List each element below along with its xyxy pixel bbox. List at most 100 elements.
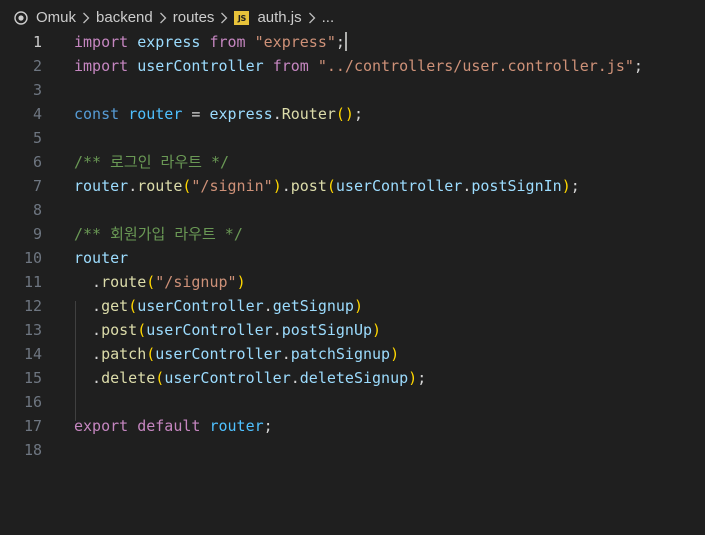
code-token: ; <box>263 417 273 435</box>
code-token: ; <box>335 33 345 51</box>
code-line[interactable]: 4 const router = express.Router(); <box>0 102 705 126</box>
code-token: ) <box>372 321 382 339</box>
code-line[interactable]: 11 .route("/signup") <box>0 270 705 294</box>
code-token: router <box>128 105 183 123</box>
code-token: . <box>128 177 138 195</box>
breadcrumb-item-symbols[interactable]: ... <box>322 9 335 26</box>
code-token: postSignUp <box>281 321 373 339</box>
code-token: ) <box>272 177 282 195</box>
code-token: router <box>209 417 264 435</box>
code-editor[interactable]: 1 import express from "express"; 2 import u… <box>0 30 705 535</box>
breadcrumb-item-backend[interactable]: backend <box>96 9 153 26</box>
line-number: 3 <box>32 81 42 99</box>
breadcrumb-label: backend <box>96 9 153 26</box>
line-number: 1 <box>32 33 42 51</box>
code-text: /** 로그인 라우트 */ <box>74 150 229 174</box>
code-token: ( <box>128 297 138 315</box>
code-line[interactable]: 12 .get(userController.getSignup) <box>0 294 705 318</box>
code-token: route <box>137 177 183 195</box>
line-number: 13 <box>23 321 42 339</box>
code-token: userController <box>155 345 282 363</box>
code-text: router <box>74 246 128 270</box>
code-token: from <box>272 57 309 75</box>
code-token: ( <box>146 273 156 291</box>
code-text: const router = express.Router(); <box>74 102 363 126</box>
code-line[interactable]: 6 /** 로그인 라우트 */ <box>0 150 705 174</box>
code-token: ) <box>561 177 571 195</box>
code-text: import userController from "../controlle… <box>74 54 643 78</box>
code-token: . <box>272 105 282 123</box>
code-token: "/signup" <box>155 273 237 291</box>
javascript-file-icon: JS <box>234 10 250 25</box>
code-token: router <box>74 177 129 195</box>
chevron-right-icon <box>82 12 90 24</box>
code-token: . <box>290 369 300 387</box>
code-line[interactable]: 8 <box>0 198 705 222</box>
code-token: get <box>101 297 129 315</box>
line-number: 8 <box>32 201 42 219</box>
code-line[interactable]: 9 /** 회원가입 라우트 */ <box>0 222 705 246</box>
code-token: Router <box>281 105 336 123</box>
code-token: = <box>182 105 210 123</box>
code-line[interactable]: 7 router.route("/signin").post(userContro… <box>0 174 705 198</box>
code-token: patch <box>101 345 147 363</box>
code-token: getSignup <box>272 297 354 315</box>
breadcrumb-label: auth.js <box>257 9 302 26</box>
code-line[interactable]: 2 import userController from "../controll… <box>0 54 705 78</box>
code-token: const <box>74 105 120 123</box>
line-number: 5 <box>32 129 42 147</box>
code-line[interactable]: 17 export default router; <box>0 414 705 438</box>
line-number: 17 <box>23 417 42 435</box>
code-token: post <box>290 177 327 195</box>
chevron-right-icon <box>159 12 167 24</box>
code-token: ( <box>146 345 156 363</box>
breadcrumb-item-routes[interactable]: routes <box>173 9 215 26</box>
line-number: 11 <box>23 273 42 291</box>
code-line[interactable]: 1 import express from "express"; <box>0 30 705 54</box>
line-number: 4 <box>32 105 42 123</box>
code-token: post <box>101 321 138 339</box>
line-number: 2 <box>32 57 42 75</box>
line-number: 12 <box>23 297 42 315</box>
code-token: from <box>209 33 246 51</box>
code-token: . <box>272 321 282 339</box>
code-token: ( <box>155 369 165 387</box>
code-line[interactable]: 10 router <box>0 246 705 270</box>
line-number: 15 <box>23 369 42 387</box>
code-text: .route("/signup") <box>74 270 246 294</box>
code-text: router.route("/signin").post(userControl… <box>74 174 580 198</box>
repository-icon <box>14 10 28 25</box>
code-token: userController <box>335 177 463 195</box>
code-line[interactable]: 13 .post(userController.postSignUp) <box>0 318 705 342</box>
code-text: import express from "express"; <box>74 30 347 54</box>
code-line[interactable]: 14 .patch(userController.patchSignup) <box>0 342 705 366</box>
code-token: route <box>101 273 147 291</box>
code-token: userController <box>137 57 264 75</box>
code-line[interactable]: 18 <box>0 438 705 462</box>
code-token: express <box>137 33 201 51</box>
code-token: ; <box>570 177 580 195</box>
code-line[interactable]: 5 <box>0 126 705 150</box>
code-line[interactable]: 15 .delete(userController.deleteSignup); <box>0 366 705 390</box>
code-token: . <box>74 273 102 291</box>
chevron-right-icon <box>308 12 316 24</box>
line-number: 18 <box>23 441 42 459</box>
breadcrumb-item-file[interactable]: JS auth.js <box>234 9 302 26</box>
code-token: default <box>137 417 201 435</box>
code-token: express <box>209 105 273 123</box>
code-token: . <box>281 345 291 363</box>
code-token: ) <box>390 345 400 363</box>
chevron-right-icon <box>220 12 228 24</box>
code-line[interactable]: 3 <box>0 78 705 102</box>
breadcrumb-item-omuk[interactable]: Omuk <box>14 9 76 26</box>
code-token: postSignIn <box>471 177 562 195</box>
code-token: ; <box>417 369 427 387</box>
code-line[interactable]: 16 <box>0 390 705 414</box>
code-token: . <box>74 297 102 315</box>
line-number: 9 <box>32 225 42 243</box>
code-token: import <box>74 33 129 51</box>
